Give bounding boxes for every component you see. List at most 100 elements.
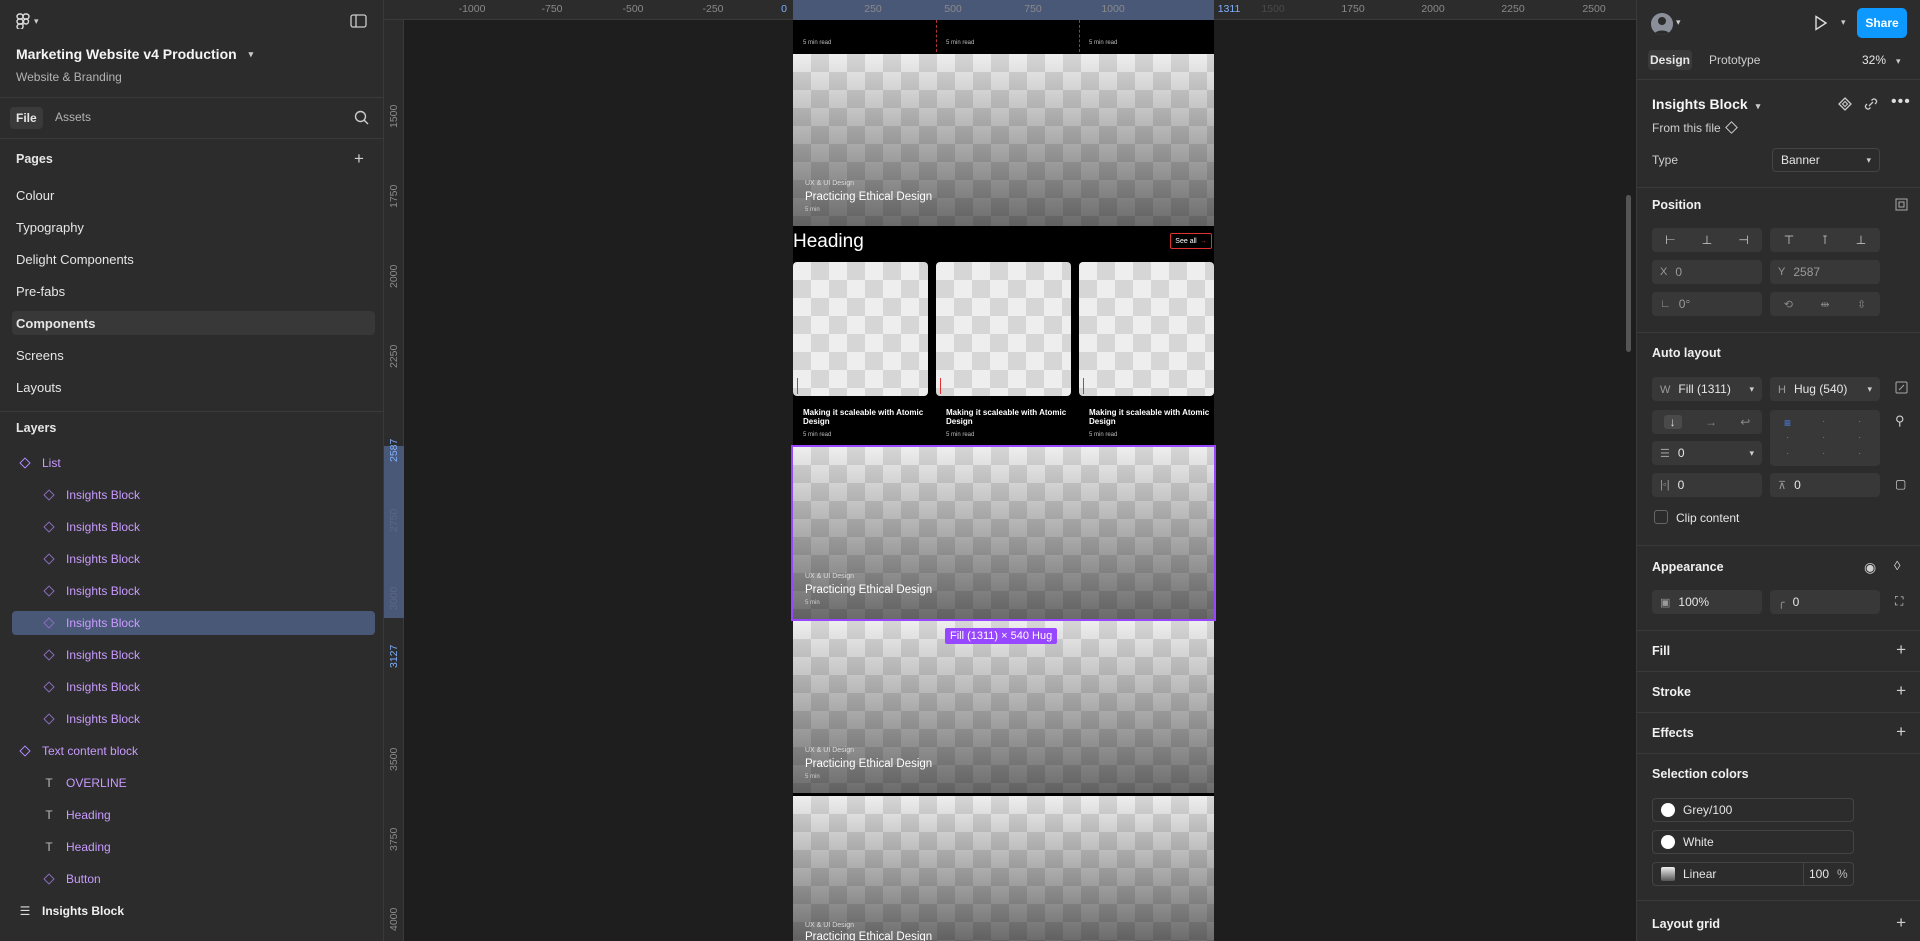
eye-icon[interactable]: ◉ xyxy=(1864,559,1876,576)
tab-prototype[interactable]: Prototype xyxy=(1709,53,1760,67)
page-item[interactable]: Colour xyxy=(12,183,375,207)
layout-options-icon[interactable]: ⚲ xyxy=(1895,413,1905,429)
horizontal-align-group[interactable]: ⊢ ⊥ ⊣ xyxy=(1652,228,1762,252)
see-all-button[interactable]: See all → xyxy=(1170,233,1212,249)
share-button[interactable]: Share xyxy=(1857,8,1907,38)
direction-group[interactable]: ↓ → ↩ xyxy=(1652,410,1762,434)
component-name[interactable]: Insights Block ▾ xyxy=(1652,96,1760,112)
layer-item[interactable]: T Heading xyxy=(12,803,375,827)
align-right-icon[interactable]: ⊣ xyxy=(1738,233,1748,247)
align-top-left-icon[interactable]: ≡ xyxy=(1784,416,1791,430)
add-layout-grid-icon[interactable]: + xyxy=(1896,913,1906,933)
layer-item[interactable]: ☰ Insights Block xyxy=(12,899,375,923)
avatar[interactable] xyxy=(1651,13,1673,35)
page-item[interactable]: Layouts xyxy=(12,375,375,399)
ruler-label: 250 xyxy=(864,3,882,15)
color-swatch-grey[interactable]: Grey/100 xyxy=(1652,798,1854,822)
rotation-field[interactable]: ∟ 0° xyxy=(1652,292,1762,316)
insights-block-banner[interactable]: UX & UI Design Practicing Ethical Design… xyxy=(793,621,1214,793)
canvas[interactable]: -1000 -750 -500 -250 0 250 500 750 1000 1311 1500 1… xyxy=(384,0,1636,941)
y-field[interactable]: Y 2587 xyxy=(1770,260,1880,284)
chevron-down-icon[interactable]: ▾ xyxy=(1841,17,1846,28)
layer-item[interactable]: T OVERLINE xyxy=(12,771,375,795)
page-item[interactable]: Screens xyxy=(12,343,375,367)
flip-vertical-icon[interactable]: ⇳ xyxy=(1857,298,1866,311)
vertical-padding-field[interactable]: ⊼ 0 xyxy=(1770,473,1880,497)
card-title-partial xyxy=(946,22,1076,32)
alignment-grid[interactable]: ≡ · · · · · · · · xyxy=(1770,410,1880,466)
add-stroke-icon[interactable]: + xyxy=(1896,681,1906,701)
layer-item[interactable]: Insights Block xyxy=(12,707,375,731)
corner-radius-field[interactable]: ╭ 0 xyxy=(1770,590,1880,614)
more-options-icon[interactable]: ••• xyxy=(1891,93,1911,111)
layout-settings-icon[interactable] xyxy=(1895,381,1908,394)
component-source[interactable]: From this file xyxy=(1652,121,1738,135)
vertical-align-group[interactable]: ⊤ ⊺ ⊥ xyxy=(1770,228,1880,252)
file-title[interactable]: Marketing Website v4 Production ▾ xyxy=(16,46,253,62)
height-field[interactable]: H Hug (540) ▾ xyxy=(1770,377,1880,401)
add-fill-icon[interactable]: + xyxy=(1896,640,1906,660)
insight-card[interactable] xyxy=(793,262,928,396)
tab-assets[interactable]: Assets xyxy=(55,110,91,124)
arrow-right-icon[interactable]: → xyxy=(1705,415,1717,429)
layer-item[interactable]: Insights Block xyxy=(12,547,375,571)
color-swatch-linear[interactable]: Linear 100 % xyxy=(1652,862,1854,886)
layer-item[interactable]: Insights Block xyxy=(12,643,375,667)
insights-block-banner[interactable]: UX & UI Design Practicing Ethical Design… xyxy=(793,54,1214,226)
toggle-sidebar-icon[interactable] xyxy=(350,14,367,28)
layer-item[interactable]: T Heading xyxy=(12,835,375,859)
add-page-icon[interactable]: + xyxy=(354,149,364,169)
layer-item[interactable]: Button xyxy=(12,867,375,891)
chevron-down-icon: ▾ xyxy=(1749,447,1754,458)
align-middle-icon[interactable]: ⊺ xyxy=(1822,233,1828,247)
play-icon[interactable] xyxy=(1814,15,1828,31)
insights-block-banner-selected[interactable]: UX & UI Design Practicing Ethical Design… xyxy=(791,445,1216,621)
independent-corners-icon[interactable]: ⛶ xyxy=(1895,594,1903,609)
page-item[interactable]: Pre-fabs xyxy=(12,279,375,303)
layer-item[interactable]: Text content block xyxy=(12,739,375,763)
flip-horizontal-icon[interactable]: ⇹ xyxy=(1820,298,1829,311)
align-center-h-icon[interactable]: ⊥ xyxy=(1702,233,1712,247)
tab-file[interactable]: File xyxy=(10,107,43,129)
insight-card[interactable] xyxy=(1079,262,1214,396)
detach-icon[interactable] xyxy=(1864,97,1878,111)
color-swatch-white[interactable]: White xyxy=(1652,830,1854,854)
type-select[interactable]: Banner ▾ xyxy=(1772,148,1880,172)
blend-mode-icon[interactable]: ◊ xyxy=(1894,558,1900,573)
wrap-icon[interactable]: ↩ xyxy=(1740,415,1750,429)
horizontal-padding-field[interactable]: |◦| 0 xyxy=(1652,473,1762,497)
page-item[interactable]: Typography xyxy=(12,215,375,239)
canvas-scrollbar[interactable] xyxy=(1626,195,1631,352)
layer-item[interactable]: Insights Block xyxy=(12,611,375,635)
insights-block-banner[interactable]: UX & UI Design Practicing Ethical Design xyxy=(793,796,1214,941)
page-item[interactable]: Components xyxy=(12,311,375,335)
insight-card[interactable] xyxy=(936,262,1071,396)
tab-design[interactable]: Design xyxy=(1648,50,1692,70)
rotate-icon[interactable]: ⟲ xyxy=(1784,298,1793,311)
align-bottom-icon[interactable]: ⊥ xyxy=(1856,233,1866,247)
x-field[interactable]: X0 xyxy=(1652,260,1762,284)
layer-item[interactable]: Insights Block xyxy=(12,483,375,507)
zoom-level[interactable]: 32% ▾ xyxy=(1862,53,1901,67)
search-icon[interactable] xyxy=(354,110,369,125)
transform-group[interactable]: ⟲ ⇹ ⇳ xyxy=(1770,292,1880,316)
arrow-down-icon[interactable]: ↓ xyxy=(1663,415,1682,429)
align-top-icon[interactable]: ⊤ xyxy=(1784,233,1794,247)
layer-item[interactable]: List xyxy=(12,451,375,475)
gap-field[interactable]: ☰ 0 ▾ xyxy=(1652,441,1762,465)
page-item[interactable]: Delight Components xyxy=(12,247,375,271)
opacity-field[interactable]: ▣ 100% xyxy=(1652,590,1762,614)
clip-content-checkbox[interactable] xyxy=(1654,510,1668,524)
align-left-icon[interactable]: ⊢ xyxy=(1665,233,1675,247)
layer-item[interactable]: Insights Block xyxy=(12,579,375,603)
component-instance-icon[interactable] xyxy=(1838,97,1852,111)
constraints-icon[interactable] xyxy=(1895,198,1908,211)
component-instance-icon xyxy=(42,713,56,725)
width-field[interactable]: W Fill (1311) ▾ xyxy=(1652,377,1762,401)
add-effect-icon[interactable]: + xyxy=(1896,722,1906,742)
layer-item[interactable]: Insights Block xyxy=(12,515,375,539)
individual-padding-icon[interactable]: ▢ xyxy=(1895,477,1906,491)
chevron-down-icon[interactable]: ▾ xyxy=(1676,17,1681,28)
layer-item[interactable]: Insights Block xyxy=(12,675,375,699)
main-menu-button[interactable]: ▾ xyxy=(16,13,39,29)
